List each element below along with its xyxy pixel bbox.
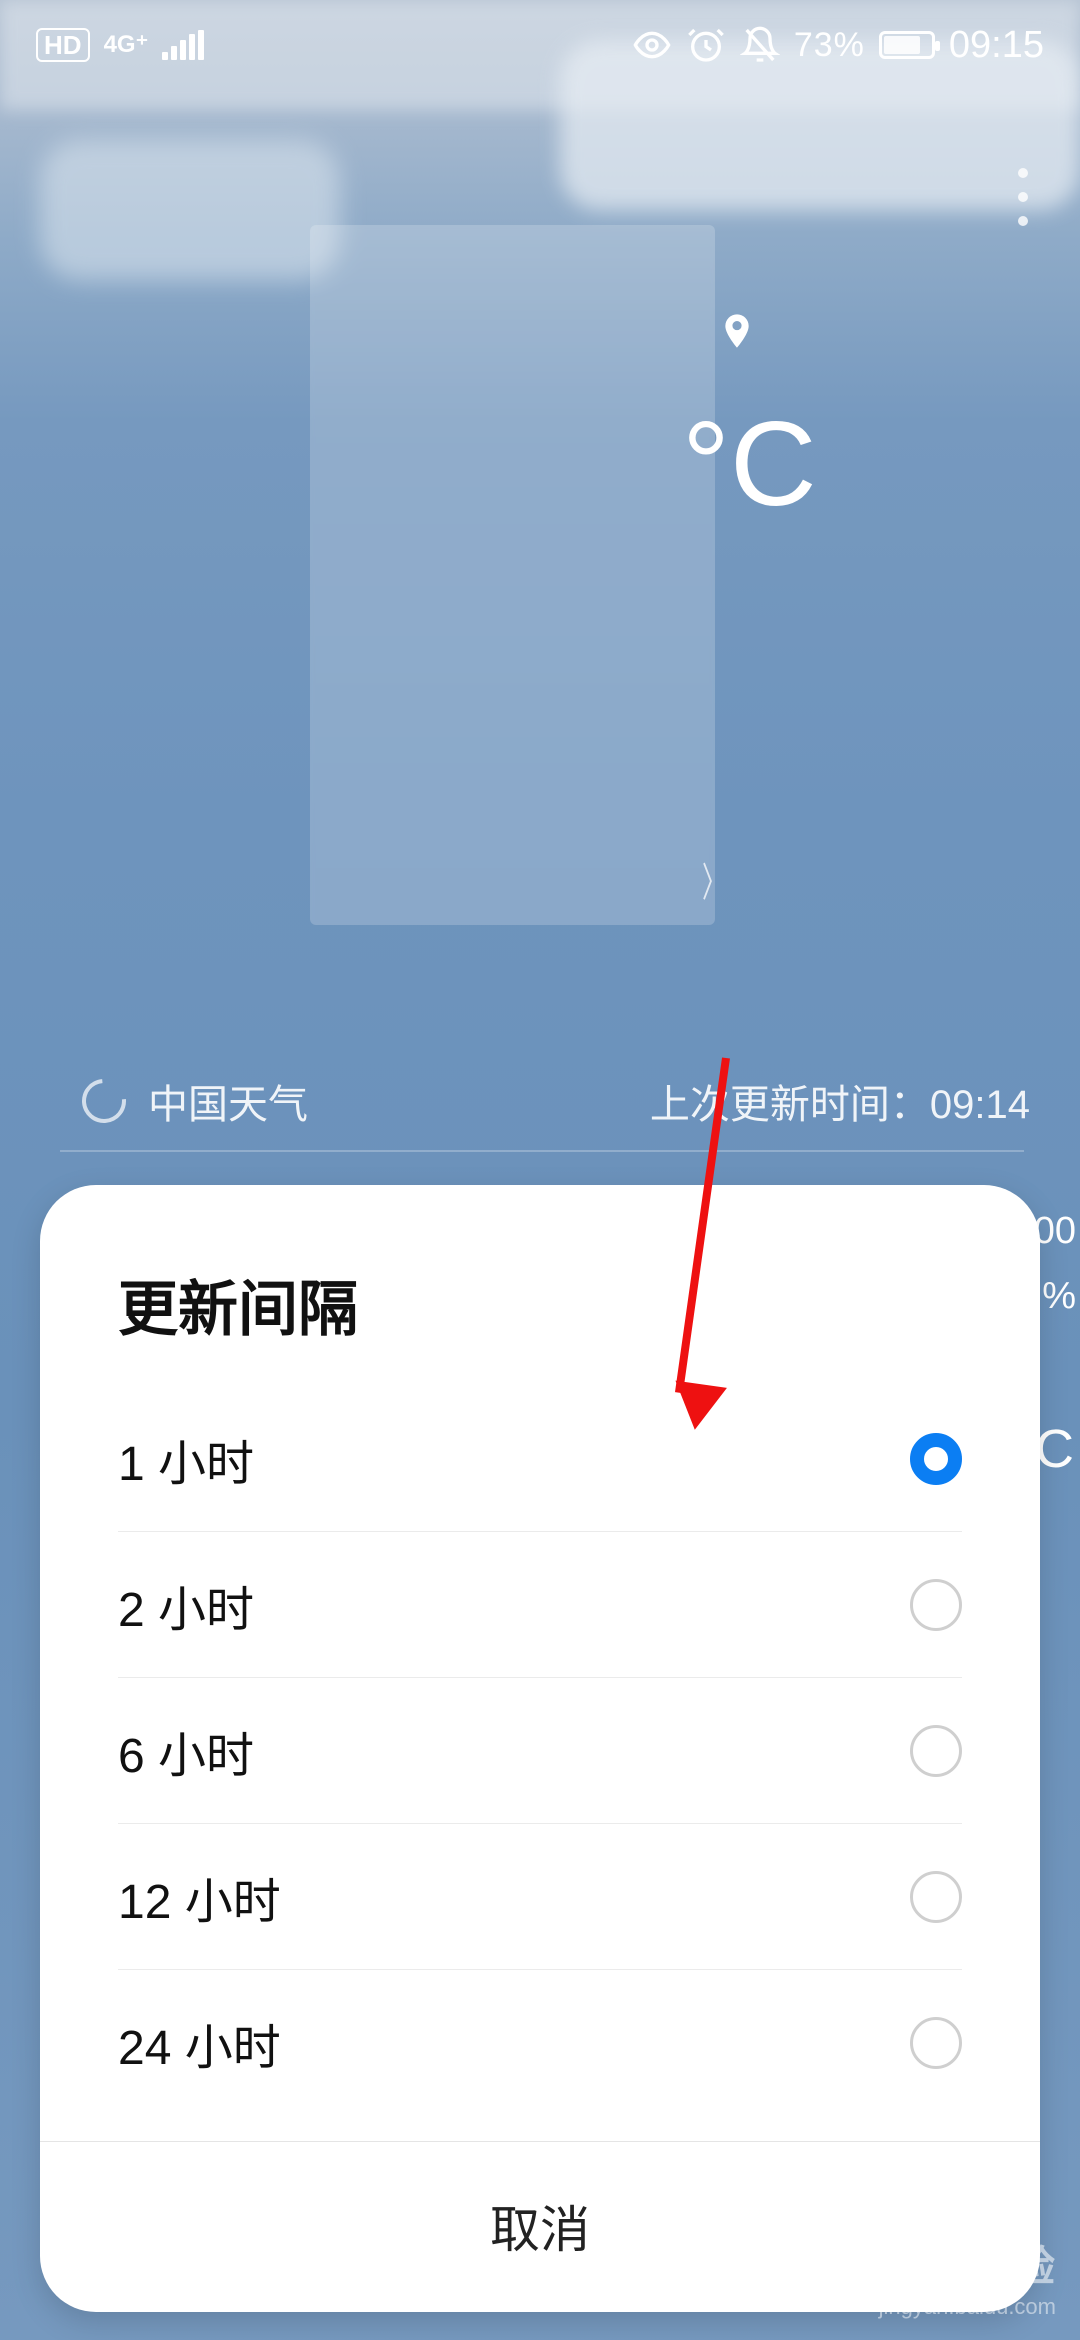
- signal-bars-icon: [162, 30, 204, 60]
- option-24h[interactable]: 24 小时: [118, 1970, 962, 2116]
- visibility-icon: [632, 25, 672, 65]
- weather-app-screen: HD 4G⁺ 73%: [0, 0, 1080, 2340]
- radio-icon[interactable]: [910, 1579, 962, 1631]
- radio-icon[interactable]: [910, 1725, 962, 1777]
- option-label: 24 小时: [118, 2008, 281, 2078]
- radio-selected-icon[interactable]: [910, 1433, 962, 1485]
- watermark: Baidu 经验 jingyan.baidu.com: [836, 2245, 1056, 2318]
- bg-hourly-pct: %: [1042, 1275, 1076, 1318]
- battery-icon: [879, 31, 935, 59]
- option-label: 6 小时: [118, 1716, 254, 1786]
- update-interval-dialog: 更新间隔 1 小时 2 小时 6 小时 12 小时 24 小时: [40, 1185, 1040, 2312]
- option-6h[interactable]: 6 小时: [118, 1678, 962, 1824]
- radio-icon[interactable]: [910, 1871, 962, 1923]
- option-label: 1 小时: [118, 1424, 254, 1494]
- last-update: 上次更新时间：09:14: [650, 1072, 1030, 1130]
- mute-icon: [740, 25, 780, 65]
- temperature-unit: °C: [682, 395, 817, 533]
- divider: [60, 1150, 1024, 1152]
- weather-card-blurred: [310, 225, 715, 925]
- network-indicator: 4G⁺: [104, 33, 149, 57]
- radio-icon[interactable]: [910, 2017, 962, 2069]
- overflow-menu-icon[interactable]: [1018, 168, 1028, 226]
- option-label: 12 小时: [118, 1862, 281, 1932]
- option-label: 2 小时: [118, 1570, 254, 1640]
- chevron-right-icon: 〉: [702, 850, 726, 908]
- provider-name[interactable]: 中国天气: [148, 1072, 308, 1130]
- provider-row: 中国天气 上次更新时间：09:14: [82, 1072, 1030, 1130]
- dialog-options: 1 小时 2 小时 6 小时 12 小时 24 小时: [40, 1386, 1040, 2141]
- status-left: HD 4G⁺: [36, 28, 204, 62]
- battery-percent: 73%: [794, 26, 865, 65]
- status-time: 09:15: [949, 24, 1044, 67]
- hd-badge: HD: [36, 28, 90, 62]
- option-12h[interactable]: 12 小时: [118, 1824, 962, 1970]
- watermark-brand: Baidu 经验: [836, 2245, 1056, 2289]
- location-pin-icon: [717, 311, 757, 351]
- option-1h[interactable]: 1 小时: [118, 1386, 962, 1532]
- dialog-title: 更新间隔: [40, 1185, 1040, 1386]
- alarm-icon: [686, 25, 726, 65]
- provider-logo-icon: [73, 1070, 135, 1132]
- status-bar: HD 4G⁺ 73%: [0, 0, 1080, 90]
- watermark-url: jingyan.baidu.com: [836, 2295, 1056, 2318]
- option-2h[interactable]: 2 小时: [118, 1532, 962, 1678]
- status-right: 73% 09:15: [632, 24, 1044, 67]
